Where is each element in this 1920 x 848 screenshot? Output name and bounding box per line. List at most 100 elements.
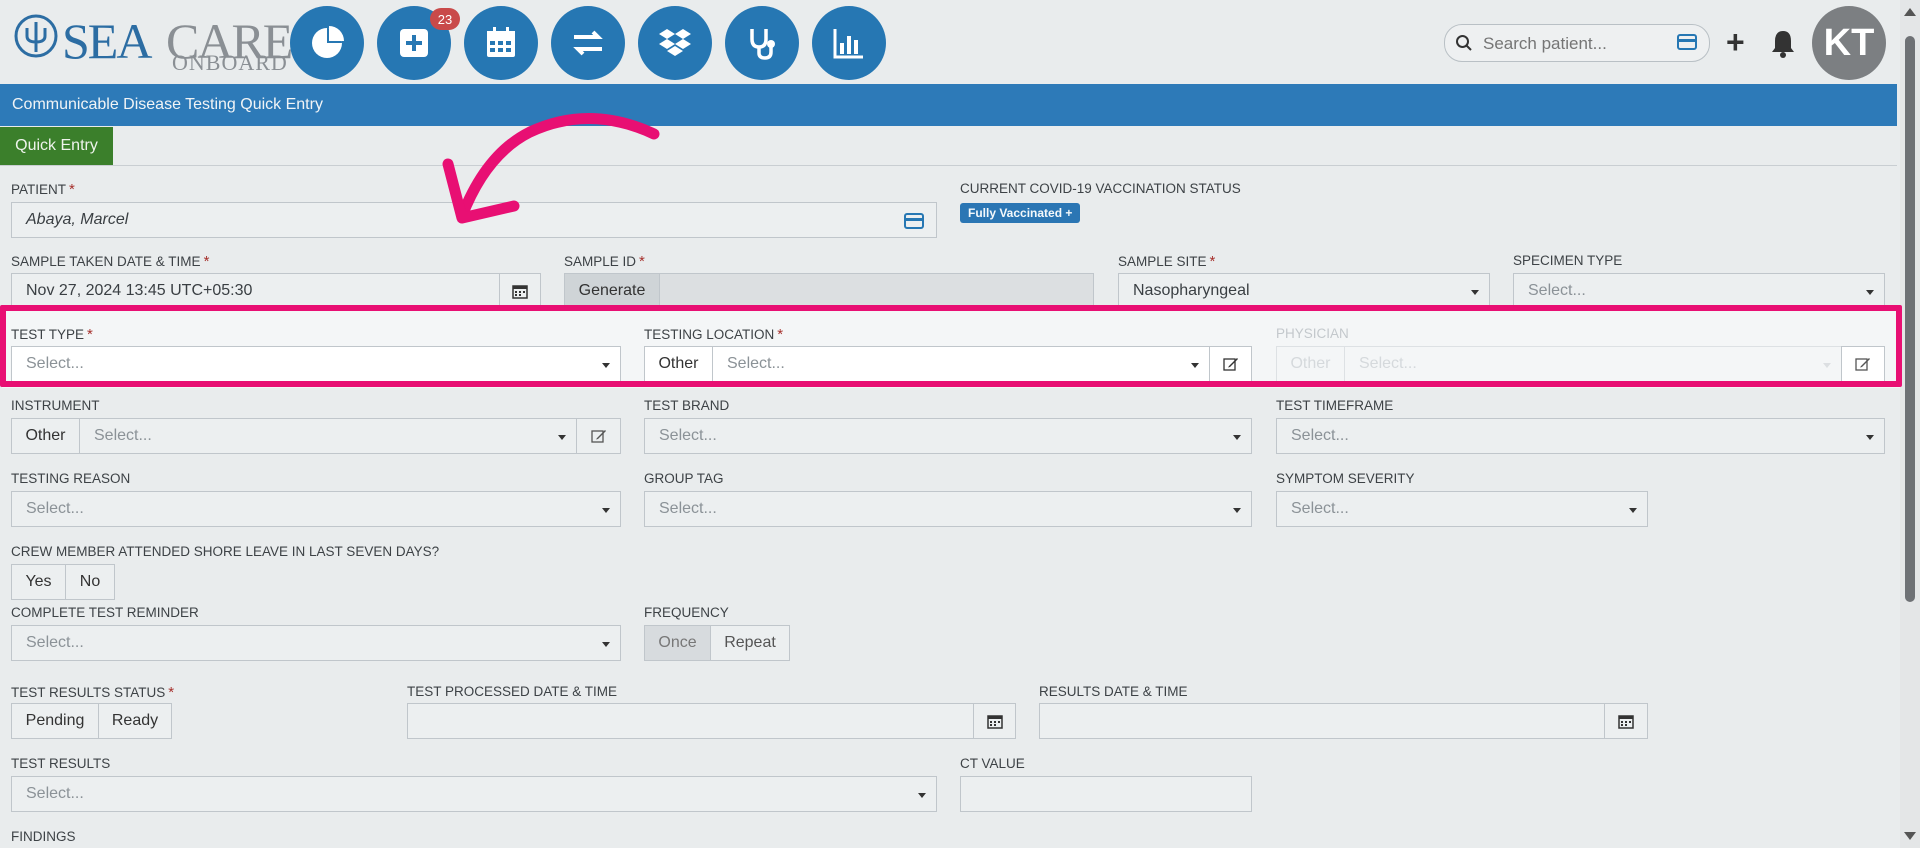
sample-id-label: SAMPLE ID *: [564, 253, 645, 270]
processed-calendar-button[interactable]: [973, 703, 1016, 739]
sample-taken-calendar-button[interactable]: [499, 273, 541, 309]
sample-site-select[interactable]: Nasopharyngeal: [1118, 273, 1490, 309]
frequency-once-button[interactable]: Once: [644, 625, 711, 661]
generate-sample-id-button[interactable]: Generate: [564, 273, 660, 309]
add-record-icon: [400, 29, 428, 57]
nav-transfer-button[interactable]: [551, 6, 625, 80]
instrument-edit-button[interactable]: [576, 418, 621, 454]
stethoscope-icon: [750, 29, 775, 60]
instrument-other-button[interactable]: Other: [11, 418, 80, 454]
test-brand-label: TEST BRAND: [644, 398, 730, 413]
test-brand-placeholder: Select...: [659, 427, 717, 444]
dropbox-icon: [659, 29, 691, 56]
sample-site-label: SAMPLE SITE *: [1118, 253, 1216, 270]
test-timeframe-select[interactable]: Select...: [1276, 418, 1885, 454]
tab-quick-entry[interactable]: Quick Entry: [0, 127, 113, 165]
chevron-down-icon: [602, 642, 610, 647]
instrument-placeholder: Select...: [94, 427, 152, 444]
test-results-select[interactable]: Select...: [11, 776, 937, 812]
page-scrollbar[interactable]: [1900, 0, 1920, 848]
group-tag-select[interactable]: Select...: [644, 491, 1252, 527]
calendar-icon: [1618, 715, 1634, 729]
nav-stethoscope-button[interactable]: [725, 6, 799, 80]
nav-calendar-button[interactable]: [464, 6, 538, 80]
sample-taken-label: SAMPLE TAKEN DATE & TIME *: [11, 253, 210, 270]
page-title: Communicable Disease Testing Quick Entry: [0, 84, 1897, 126]
test-timeframe-placeholder: Select...: [1291, 427, 1349, 444]
results-status-ready-button[interactable]: Ready: [98, 703, 172, 739]
ct-value-field[interactable]: [960, 776, 1252, 812]
chevron-down-icon: [1471, 290, 1479, 295]
test-reminder-select[interactable]: Select...: [11, 625, 621, 661]
patient-search[interactable]: [1444, 24, 1710, 62]
id-card-icon[interactable]: [904, 213, 924, 229]
findings-label: FINDINGS: [11, 829, 76, 844]
logo-sea: SEA: [62, 13, 152, 69]
results-status-pending-button[interactable]: Pending: [11, 703, 99, 739]
chevron-down-icon: [1629, 508, 1637, 513]
chevron-down-icon: [1233, 435, 1241, 440]
testing-reason-label: TESTING REASON: [11, 471, 131, 486]
sample-taken-field[interactable]: Nov 27, 2024 13:45 UTC+05:30: [11, 273, 500, 309]
shore-leave-no-button[interactable]: No: [65, 564, 115, 600]
instrument-select[interactable]: Select...: [79, 418, 577, 454]
specimen-type-placeholder: Select...: [1528, 282, 1586, 299]
user-avatar[interactable]: KT: [1812, 6, 1886, 80]
calendar-icon: [487, 27, 515, 57]
shore-leave-yes-button[interactable]: Yes: [11, 564, 66, 600]
annotation-arrow-icon: [442, 113, 660, 224]
nav-dashboard-button[interactable]: [290, 6, 364, 80]
results-calendar-button[interactable]: [1604, 703, 1648, 739]
bell-icon[interactable]: [1770, 28, 1796, 58]
vaccination-status-label: CURRENT COVID-19 VACCINATION STATUS: [960, 181, 1241, 196]
scroll-down-icon[interactable]: [1904, 832, 1916, 840]
nav-dropbox-button[interactable]: [638, 6, 712, 80]
ct-value-label: CT VALUE: [960, 756, 1025, 771]
calendar-icon: [986, 715, 1003, 729]
frequency-label: FREQUENCY: [644, 605, 729, 620]
testing-reason-placeholder: Select...: [26, 500, 84, 517]
group-tag-label: GROUP TAG: [644, 471, 724, 486]
top-bar: SEA CARE ONBOARD 23 Search patient... + …: [0, 0, 1900, 84]
highlight-annotation-box: [0, 305, 1902, 387]
chevron-down-icon: [1233, 508, 1241, 513]
testing-reason-select[interactable]: Select...: [11, 491, 621, 527]
patient-label: PATIENT *: [11, 181, 75, 198]
tab-divider: [0, 165, 1897, 166]
test-brand-select[interactable]: Select...: [644, 418, 1252, 454]
symptom-severity-placeholder: Select...: [1291, 500, 1349, 517]
shore-leave-label: CREW MEMBER ATTENDED SHORE LEAVE IN LAST…: [11, 544, 440, 559]
search-icon: [1456, 35, 1472, 51]
symptom-severity-select[interactable]: Select...: [1276, 491, 1648, 527]
edit-icon: [590, 430, 606, 443]
dashboard-pie-icon: [312, 26, 344, 58]
test-reminder-placeholder: Select...: [26, 634, 84, 651]
group-tag-placeholder: Select...: [659, 500, 717, 517]
results-datetime-field[interactable]: [1039, 703, 1605, 739]
chevron-down-icon: [558, 435, 566, 440]
scrollbar-thumb[interactable]: [1905, 36, 1915, 602]
test-timeframe-label: TEST TIMEFRAME: [1276, 398, 1394, 413]
frequency-repeat-button[interactable]: Repeat: [710, 625, 790, 661]
processed-datetime-field[interactable]: [407, 703, 974, 739]
test-reminder-label: COMPLETE TEST REMINDER: [11, 605, 199, 620]
test-results-label: TEST RESULTS: [11, 756, 111, 771]
notification-count-badge: 23: [430, 8, 460, 30]
results-datetime-label: RESULTS DATE & TIME: [1039, 684, 1188, 699]
transfer-icon: [573, 30, 603, 56]
id-card-icon[interactable]: [1677, 34, 1697, 50]
search-input[interactable]: [1481, 31, 1665, 57]
chevron-down-icon: [1866, 435, 1874, 440]
vaccination-status-badge[interactable]: Fully Vaccinated +: [960, 203, 1081, 223]
symptom-severity-label: SYMPTOM SEVERITY: [1276, 471, 1415, 486]
specimen-type-select[interactable]: Select...: [1513, 273, 1885, 309]
add-icon[interactable]: +: [1726, 26, 1745, 58]
seacare-logo[interactable]: SEA CARE ONBOARD: [14, 10, 293, 75]
logo-onboard: ONBOARD: [172, 50, 288, 75]
scroll-up-icon[interactable]: [1904, 8, 1916, 16]
nav-reports-button[interactable]: [812, 6, 886, 80]
specimen-type-label: SPECIMEN TYPE: [1513, 253, 1623, 268]
test-results-placeholder: Select...: [26, 785, 84, 802]
results-status-label: TEST RESULTS STATUS *: [11, 684, 175, 701]
calendar-icon: [512, 285, 528, 299]
